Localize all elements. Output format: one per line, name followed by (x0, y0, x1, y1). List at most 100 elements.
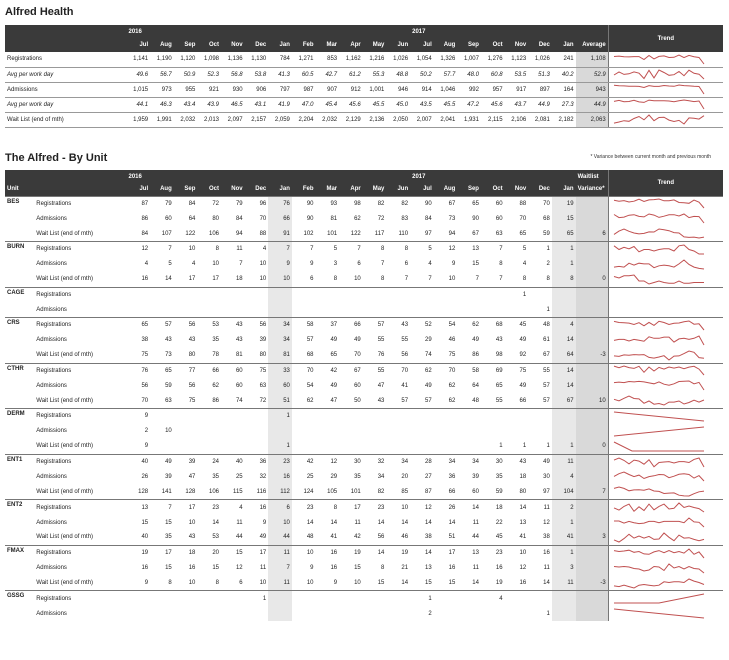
cell-value: 60 (495, 215, 503, 222)
cell-value (362, 286, 387, 303)
cell-value: 90 (472, 215, 479, 222)
cell-value: 43 (495, 337, 503, 344)
cell-value (551, 590, 576, 607)
cell-value: 23 (291, 499, 316, 515)
row-label: Admissions (36, 382, 67, 389)
cell-value: 1 (268, 408, 292, 424)
cell-value: 2,157 (244, 112, 269, 128)
cell-value: 66 (339, 316, 363, 333)
unit-row: Admissions 56 59 56 62 60 63 60 54 49 60 47 41 49 62 64… (5, 378, 723, 394)
cell-value: 17 (212, 276, 219, 283)
cell-value: 973 (150, 82, 174, 98)
trend-line (613, 517, 705, 528)
cell-value: 97 (425, 230, 432, 237)
cell-value: 8 (168, 580, 172, 587)
cell-value: 24 (197, 453, 221, 470)
cell-value: 914 (410, 82, 434, 98)
cell-value: 1,136 (221, 52, 245, 68)
cell-value (504, 408, 529, 424)
cell-value: 16 (141, 565, 149, 572)
cell-value: 2,115 (480, 112, 505, 128)
month-header: Sep (457, 183, 481, 196)
unit-row: Wait List (end of mth) 40 35 43 53 44 49 44 48 41… (5, 530, 723, 546)
month-header: Jul (410, 183, 434, 196)
trend-sparkline (613, 54, 705, 65)
cell-value: 34 (377, 473, 385, 480)
cell-value: 101 (350, 488, 361, 495)
month-header: Aug (150, 38, 174, 52)
cell-value (197, 590, 221, 607)
cell-value: 57 (362, 316, 387, 333)
cell-value (292, 302, 316, 317)
month-header: Aug (433, 183, 458, 196)
cell-value (457, 424, 481, 439)
header-blank (34, 183, 127, 196)
cell-value: 55.3 (362, 67, 387, 83)
cell-value: 76 (268, 195, 292, 212)
cell-value: 11 (528, 499, 552, 515)
cell-value: 1,276 (480, 52, 505, 68)
cell-value: 80 (188, 352, 196, 359)
cell-value: 15 (354, 565, 361, 572)
cell-value: 20 (401, 473, 409, 480)
cell-value (150, 590, 174, 607)
trend-line (613, 471, 705, 482)
cell-value: 2,106 (504, 112, 529, 128)
cell-value: 1,046 (433, 82, 458, 98)
variance-value (575, 378, 609, 394)
cell-value: 84 (425, 215, 432, 222)
cell-value (386, 590, 411, 607)
cell-value: 85 (401, 488, 409, 495)
unit-row: CRS Registrations 65 57 56 53 43 56 34 58 37 66 57 43… (5, 316, 723, 364)
cell-value: 56 (401, 352, 409, 359)
unit-row: Admissions 4 5 4 10 7 10 9 9 3 6 7 6 4 9 15 8 4 2 1 (5, 256, 723, 272)
cell-value: 23 (362, 499, 387, 515)
cell-value (386, 424, 410, 439)
unit-row: Wait List (end of mth) 9 1 1 1 1 1 0 (5, 439, 723, 455)
row-label: Admissions (36, 610, 67, 617)
cell-value: 124 (303, 488, 314, 495)
trend-cell (607, 439, 723, 455)
variance-value (575, 286, 609, 303)
cell-value: 67 (472, 230, 479, 237)
unit-code: CRS (5, 317, 35, 364)
cell-value: 67 (339, 362, 363, 379)
cell-value: 64 (551, 347, 576, 364)
cell-value: 65 (150, 362, 174, 379)
trend-line (613, 486, 704, 497)
cell-value: 26 (433, 499, 458, 515)
cell-value: 2 (546, 261, 550, 268)
cell-value: 46 (448, 337, 456, 344)
month-header: Jan (268, 183, 292, 196)
cell-value: 82 (386, 195, 411, 212)
cell-value (197, 439, 221, 454)
cell-value: 1 (551, 544, 576, 561)
cell-value (245, 606, 269, 621)
cell-value (528, 408, 552, 424)
trend-line (613, 562, 704, 573)
month-header: Aug (433, 38, 458, 52)
cell-value: 90 (291, 195, 316, 212)
cell-value: 98 (495, 352, 503, 359)
trend-cell (607, 112, 723, 128)
unit-row: Admissions 26 39 47 35 25 32 16 25 29 35 34 20 27 36 39… (5, 469, 723, 485)
cell-value: 7 (239, 261, 243, 268)
cell-value: 107 (161, 230, 172, 237)
cell-value: 18 (519, 473, 527, 480)
cell-value: 80 (212, 215, 219, 222)
average-header: Average (575, 38, 609, 52)
cell-value: 11 (221, 241, 245, 257)
row-label: Registrations (34, 362, 127, 379)
cell-value: 14 (448, 519, 456, 526)
unit-row: BURN Registrations 12 7 10 8 11 4 7 7 5 7 8 8 5 12 13 7 5 1… (5, 241, 723, 288)
cell-value (221, 408, 245, 424)
cell-value: 72 (197, 195, 221, 212)
waitlist-header: Waitlist (575, 170, 609, 183)
variance-value: 3 (575, 530, 609, 546)
cell-value: 1,120 (173, 52, 198, 68)
cell-value: 43 (377, 397, 385, 404)
trend-line (613, 228, 704, 239)
summary-row: Admissions 1,015 973 955 921 930 906 797 987 907 9… (5, 82, 723, 98)
cell-value: 39 (173, 453, 198, 470)
cell-value: 57 (401, 397, 409, 404)
